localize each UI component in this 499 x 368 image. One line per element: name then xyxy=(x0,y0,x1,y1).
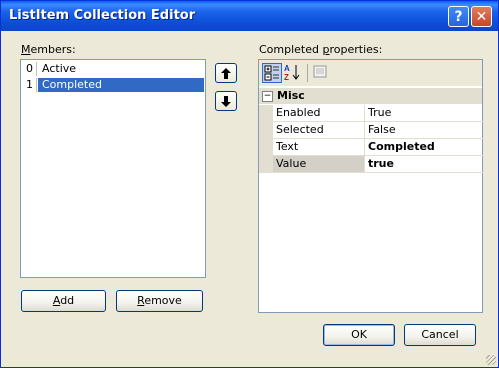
move-up-button[interactable] xyxy=(215,63,237,83)
category-name: Misc xyxy=(277,89,305,102)
list-item-selected[interactable]: 1 Completed xyxy=(22,77,204,93)
property-name: Enabled xyxy=(273,105,365,122)
property-name: Selected xyxy=(273,122,365,139)
property-name: Text xyxy=(273,139,365,156)
alphabetical-icon: A Z xyxy=(284,64,300,82)
arrow-up-icon xyxy=(221,68,231,79)
property-pages-icon xyxy=(313,65,327,78)
property-grid[interactable]: A Z − Misc Enabled True Selected False T… xyxy=(258,59,484,313)
move-down-button[interactable] xyxy=(215,91,237,111)
title-bar[interactable]: ListItem Collection Editor ? ✕ xyxy=(1,1,498,31)
property-value[interactable]: True xyxy=(365,105,484,122)
property-value[interactable]: true xyxy=(365,156,484,173)
ok-button[interactable]: OK xyxy=(323,324,395,346)
property-grid-toolbar: A Z xyxy=(259,60,482,86)
item-text: Completed xyxy=(38,78,204,92)
property-pages-button[interactable] xyxy=(311,63,331,83)
svg-text:A: A xyxy=(284,64,290,73)
property-name: Value xyxy=(273,156,365,173)
row-gutter xyxy=(259,139,273,156)
cancel-button[interactable]: Cancel xyxy=(404,324,476,346)
row-gutter xyxy=(259,105,273,122)
svg-text:Z: Z xyxy=(284,73,289,81)
window-title: ListItem Collection Editor xyxy=(9,8,196,23)
property-row-enabled[interactable]: Enabled True xyxy=(259,105,484,122)
members-listbox[interactable]: 0 Active 1 Completed xyxy=(20,59,206,278)
collapse-toggle-icon[interactable]: − xyxy=(262,91,273,102)
properties-label: Completed properties: xyxy=(259,43,383,56)
categorized-icon xyxy=(264,65,279,81)
arrow-down-icon xyxy=(221,96,231,107)
list-item[interactable]: 0 Active xyxy=(22,61,204,77)
categorized-button[interactable] xyxy=(262,63,282,83)
property-row-selected[interactable]: Selected False xyxy=(259,122,484,139)
item-text: Active xyxy=(42,62,77,75)
add-button[interactable]: Add xyxy=(21,290,106,312)
resize-grip-icon[interactable] xyxy=(486,355,496,365)
close-button[interactable]: ✕ xyxy=(471,6,492,27)
property-row-value[interactable]: Value true xyxy=(259,156,484,173)
item-index: 0 xyxy=(23,62,37,76)
dialog-window: ListItem Collection Editor ? ✕ Members: … xyxy=(0,0,499,368)
property-row-text[interactable]: Text Completed xyxy=(259,139,484,156)
remove-button[interactable]: Remove xyxy=(116,290,203,312)
property-value[interactable]: False xyxy=(365,122,484,139)
item-index: 1 xyxy=(23,78,37,92)
help-button[interactable]: ? xyxy=(448,6,469,27)
alphabetical-button[interactable]: A Z xyxy=(283,63,303,83)
category-misc[interactable]: − Misc xyxy=(259,88,482,104)
property-value[interactable]: Completed xyxy=(365,139,484,156)
toolbar-separator xyxy=(307,64,308,82)
row-gutter xyxy=(259,156,273,173)
members-label: Members: xyxy=(21,43,76,56)
row-gutter xyxy=(259,122,273,139)
